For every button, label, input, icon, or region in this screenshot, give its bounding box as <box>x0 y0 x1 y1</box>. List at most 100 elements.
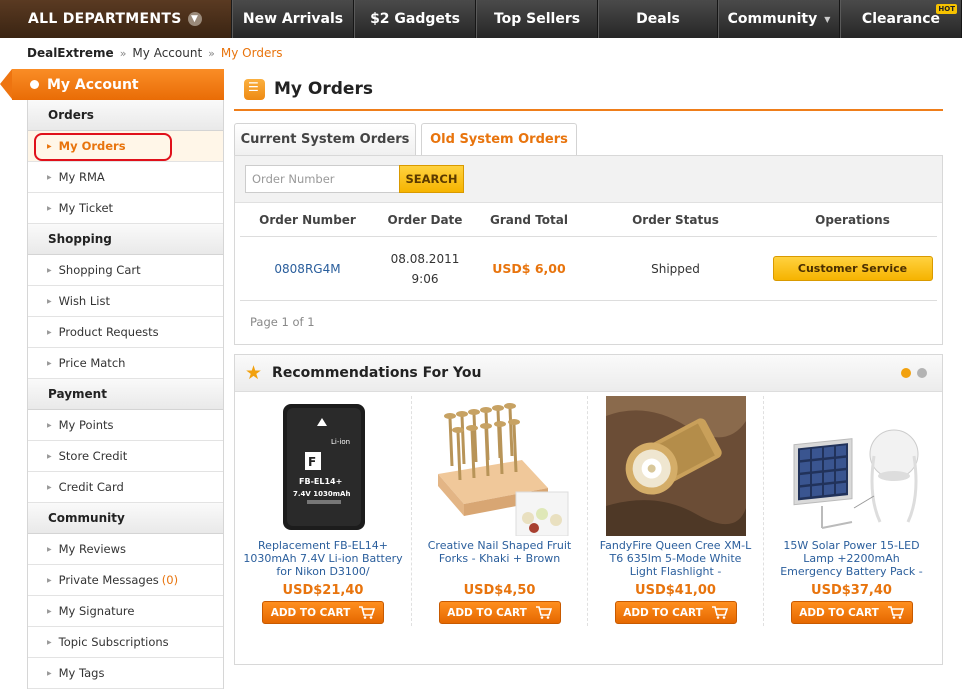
order-number-input[interactable] <box>245 165 399 193</box>
product-thumbnail[interactable] <box>782 396 922 536</box>
nav-item-label: Clearance <box>861 11 941 27</box>
add-to-cart-button[interactable]: ADD TO CART <box>790 601 913 624</box>
sidebar-item-topic-subscriptions[interactable]: ▶ Topic Subscriptions <box>28 627 223 658</box>
product-price: USD$4,50 <box>463 583 536 598</box>
orders-panel: SEARCH Order Number Order Date Grand Tot… <box>234 155 943 345</box>
sidebar-item-label: Topic Subscriptions <box>58 635 169 649</box>
sidebar-item-label: Shopping Cart <box>58 263 141 277</box>
tab-old-system-orders[interactable]: Old System Orders <box>421 123 577 155</box>
sidebar-item-label: My Tags <box>58 666 105 680</box>
sidebar-item-product-requests[interactable]: ▶ Product Requests <box>28 317 223 348</box>
sidebar-item-my-tags[interactable]: ▶ My Tags <box>28 658 223 689</box>
carousel-dot[interactable] <box>917 368 927 378</box>
product-name-link[interactable]: Replacement FB-EL14+ 1030mAh 7.4V Li-ion… <box>235 539 411 581</box>
chevron-right-icon: ▶ <box>47 638 52 646</box>
nav-item-deals[interactable]: Deals <box>598 0 718 38</box>
order-status: Shipped <box>651 261 700 276</box>
chevron-down-icon: ▼ <box>187 12 202 26</box>
nav-item-label: Community <box>727 11 818 27</box>
solar-image[interactable] <box>782 396 922 536</box>
product-name-link[interactable]: Creative Nail Shaped Fruit Forks - Khaki… <box>412 539 587 581</box>
product-name-link[interactable]: FandyFire Queen Cree XM-L T6 635lm 5-Mod… <box>588 539 763 581</box>
search-button[interactable]: SEARCH <box>399 165 464 193</box>
sidebar-title: My Account <box>47 76 139 93</box>
column-header: Order Number <box>259 212 356 227</box>
sidebar-item-my-reviews[interactable]: ▶ My Reviews <box>28 534 223 565</box>
order-number-link[interactable]: 0808RG4M <box>274 262 340 276</box>
breadcrumb-separator: » <box>119 47 127 60</box>
nav-item-top-sellers[interactable]: Top Sellers <box>476 0 598 38</box>
nav-item-community[interactable]: Community ▼ <box>718 0 840 38</box>
sidebar-item-my-signature[interactable]: ▶ My Signature <box>28 596 223 627</box>
sidebar-item-credit-card[interactable]: ▶ Credit Card <box>28 472 223 503</box>
product-price: USD$41,00 <box>635 583 716 598</box>
order-date-day: 08.08.2011 <box>390 251 460 266</box>
main-content: My Orders Current System Orders Old Syst… <box>234 69 943 665</box>
chevron-right-icon: ▶ <box>47 359 52 367</box>
all-departments-button[interactable]: ALL DEPARTMENTS ▼ <box>0 0 232 38</box>
sidebar-item-my-orders[interactable]: ▶ My Orders <box>28 131 223 162</box>
add-to-cart-button[interactable]: ADD TO CART <box>438 601 561 624</box>
chevron-right-icon: ▶ <box>47 328 52 336</box>
sidebar-item-label: Credit Card <box>58 480 124 494</box>
sidebar-item-my-points[interactable]: ▶ My Points <box>28 410 223 441</box>
chevron-right-icon: ▶ <box>47 545 52 553</box>
nav-item-new-arrivals[interactable]: New Arrivals <box>232 0 354 38</box>
pagination-info: Page 1 of 1 <box>250 315 315 329</box>
sidebar-header: My Account <box>0 69 224 100</box>
add-to-cart-label: ADD TO CART <box>270 606 351 619</box>
chevron-right-icon: ▶ <box>47 669 52 677</box>
add-to-cart-button[interactable]: ADD TO CART <box>262 601 384 624</box>
sidebar-item-label: Wish List <box>58 294 110 308</box>
add-to-cart-button[interactable]: ADD TO CART <box>614 601 737 624</box>
sidebar-item-private-messages[interactable]: ▶ Private Messages (0) <box>28 565 223 596</box>
sidebar-item-shopping-cart[interactable]: ▶ Shopping Cart <box>28 255 223 286</box>
sidebar-item-price-match[interactable]: ▶ Price Match <box>28 348 223 379</box>
carousel-dot-active[interactable] <box>901 368 911 378</box>
order-search-bar: SEARCH <box>235 156 942 203</box>
chevron-right-icon: ▶ <box>47 421 52 429</box>
sidebar-item-store-credit[interactable]: ▶ Store Credit <box>28 441 223 472</box>
chevron-right-icon: ▶ <box>47 297 52 305</box>
page-title: My Orders <box>274 79 373 99</box>
nav-item-clearance[interactable]: Clearance HOT <box>840 0 962 38</box>
nav-item-label: New Arrivals <box>242 11 344 27</box>
tab-current-system-orders[interactable]: Current System Orders <box>234 123 416 155</box>
flashlight-image[interactable] <box>605 396 746 536</box>
customer-service-button[interactable]: Customer Service <box>772 256 933 281</box>
unread-count: (0) <box>161 573 179 587</box>
sidebar-section-shopping: Shopping <box>28 224 223 255</box>
breadcrumb-separator: » <box>208 47 215 60</box>
chevron-right-icon: ▶ <box>47 204 52 212</box>
sidebar-item-my-ticket[interactable]: ▶ My Ticket <box>28 193 223 224</box>
all-departments-label: ALL DEPARTMENTS <box>28 11 182 27</box>
add-to-cart-label: ADD TO CART <box>623 606 703 619</box>
breadcrumb-home-link[interactable]: DealExtreme <box>27 46 114 60</box>
column-header: Order Date <box>387 212 463 227</box>
battery-image[interactable]: F Li-ion FB-EL14+ 7.4V 1030mAh <box>253 396 393 536</box>
order-date: 08.08.2011 9:06 <box>375 249 475 289</box>
product-thumbnail[interactable]: F Li-ion FB-EL14+ 7.4V 1030mAh <box>253 396 393 536</box>
orders-table: Order Number Order Date Grand Total Orde… <box>240 203 937 301</box>
product-thumbnail[interactable] <box>430 396 570 537</box>
nav-item-2-gadgets[interactable]: $2 Gadgets <box>354 0 476 38</box>
chevron-right-icon: ▶ <box>47 266 52 274</box>
product-price: USD$21,40 <box>282 583 364 598</box>
sidebar-item-label: My RMA <box>58 170 105 184</box>
breadcrumb-my-account-link[interactable]: My Account <box>132 46 202 60</box>
breadcrumb: DealExtreme » My Account » My Orders <box>27 46 283 60</box>
product-name-link[interactable]: 15W Solar Power 15-LED Lamp +2200mAh Eme… <box>764 539 939 581</box>
chevron-right-icon: ▶ <box>47 483 52 491</box>
nav-item-label: Deals <box>636 11 680 27</box>
forks-image[interactable] <box>430 396 570 537</box>
product-card: F Li-ion FB-EL14+ 7.4V 1030mAh Replacement F… <box>235 396 411 626</box>
product-thumbnail[interactable] <box>605 396 746 536</box>
sidebar-item-my-rma[interactable]: ▶ My RMA <box>28 162 223 193</box>
chevron-right-icon: ▶ <box>47 607 52 615</box>
orders-list-icon <box>244 78 265 100</box>
sidebar-item-wish-list[interactable]: ▶ Wish List <box>28 286 223 317</box>
order-date-time: 9:06 <box>411 271 439 286</box>
product-carousel: F Li-ion FB-EL14+ 7.4V 1030mAh Replacement F… <box>235 392 942 626</box>
nav-item-label: $2 Gadgets <box>370 11 460 27</box>
chevron-right-icon: ▶ <box>47 173 52 181</box>
